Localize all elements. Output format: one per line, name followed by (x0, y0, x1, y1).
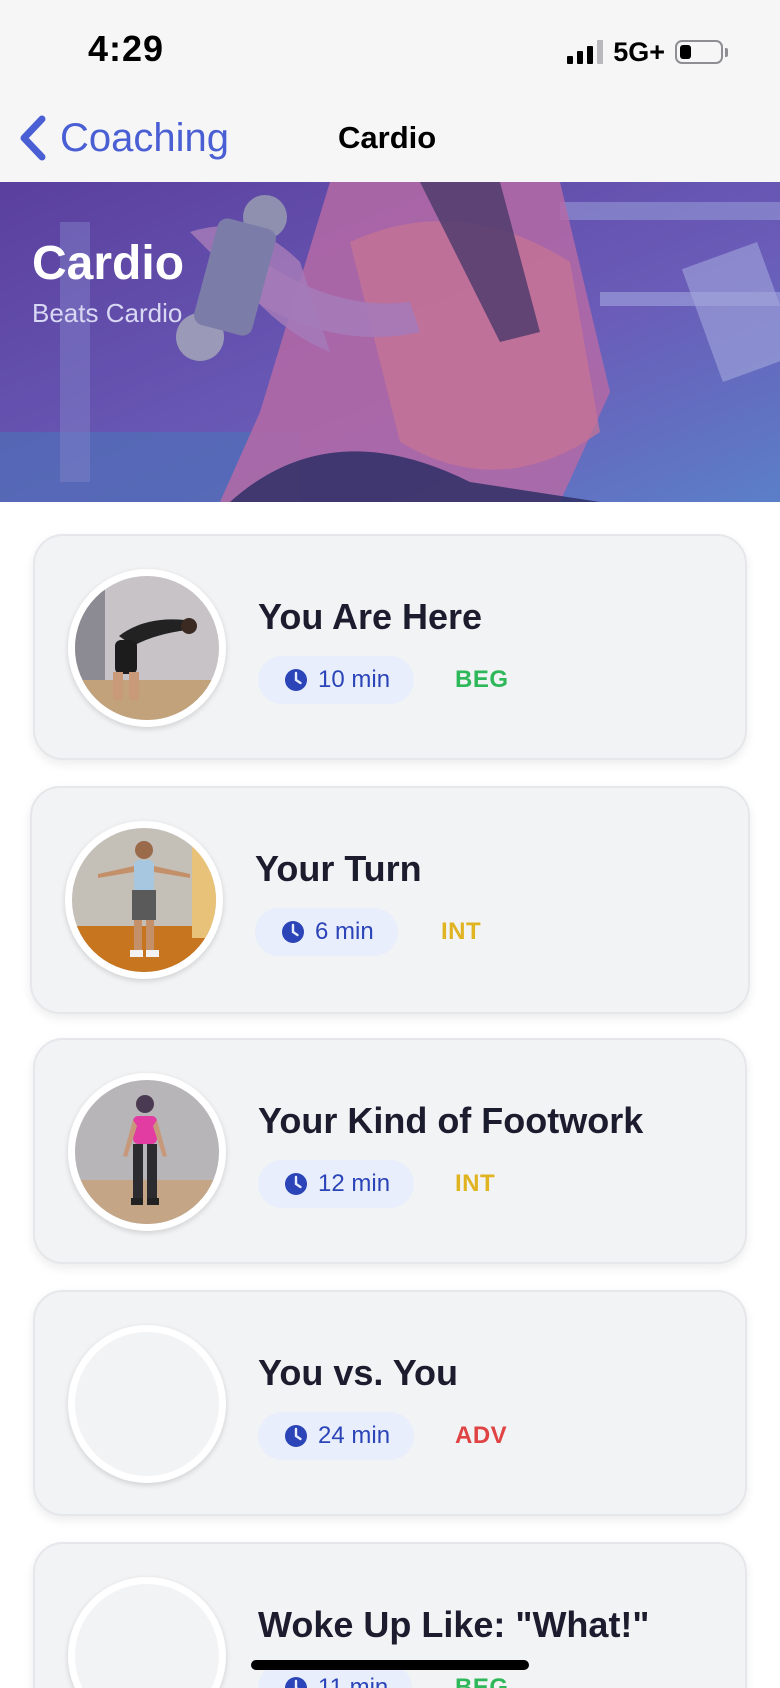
hero-image (0, 182, 780, 502)
status-time: 4:29 (88, 28, 165, 69)
workout-duration: 12 min (318, 1170, 391, 1197)
workout-level: ADV (455, 1422, 508, 1449)
back-label: Coaching (60, 115, 230, 160)
clock-icon (285, 1425, 307, 1447)
workout-title: You vs. You (258, 1352, 459, 1393)
workout-card[interactable]: Your Kind of Footwork 12 min INT (33, 1038, 747, 1264)
workout-title: Your Turn (255, 848, 422, 889)
back-button[interactable]: Coaching (18, 108, 229, 168)
workout-thumbnail (68, 1073, 226, 1231)
workout-duration: 6 min (315, 918, 374, 945)
duration-pill: 10 min (258, 656, 415, 704)
workout-card[interactable]: You vs. You 24 min ADV (33, 1290, 747, 1516)
workout-duration: 24 min (318, 1422, 391, 1449)
workout-duration: 11 min (318, 1674, 389, 1688)
cellular-signal-icon (567, 40, 604, 64)
page-title: Cardio (338, 120, 437, 155)
battery-level (680, 45, 691, 59)
cardio-screen: 4:29 5G+ Coaching Cardio Cardio Beats Ca… (0, 0, 780, 1688)
workout-level: BEG (455, 666, 509, 693)
duration-pill: 12 min (258, 1160, 415, 1208)
chevron-left-icon (20, 115, 46, 161)
home-indicator (251, 1660, 529, 1670)
workout-thumbnail (68, 1577, 226, 1688)
workout-thumbnail-image (75, 1080, 219, 1224)
workout-card[interactable]: You Are Here 10 min BEG (33, 534, 747, 760)
network-type: 5G+ (613, 36, 665, 67)
status-indicators: 5G+ (567, 34, 728, 70)
workout-thumbnail-image (75, 576, 219, 720)
workout-title: Your Kind of Footwork (258, 1100, 644, 1141)
workout-card[interactable]: Your Turn 6 min INT (30, 786, 750, 1014)
duration-pill: 6 min (255, 908, 398, 956)
workout-level: BEG (455, 1674, 509, 1688)
workout-thumbnail (68, 1325, 226, 1483)
workout-thumbnail (65, 821, 223, 979)
workout-title: You Are Here (258, 596, 483, 637)
duration-pill: 24 min (258, 1412, 415, 1460)
hero-banner: Cardio Beats Cardio (0, 182, 780, 502)
hero-subtitle: Beats Cardio (32, 298, 183, 328)
workout-title: Woke Up Like: "What!" (258, 1604, 650, 1645)
hero-title: Cardio (32, 237, 185, 290)
navigation-bar: Coaching Cardio (0, 100, 780, 182)
clock-icon (282, 921, 304, 943)
workout-level: INT (455, 1170, 496, 1197)
battery-cap (725, 47, 728, 57)
status-bar: 4:29 5G+ (0, 0, 780, 100)
workout-level: INT (441, 918, 482, 945)
clock-icon (285, 1173, 307, 1195)
workout-thumbnail-image (72, 828, 216, 972)
workout-thumbnail (68, 569, 226, 727)
clock-icon (285, 1677, 307, 1688)
workout-duration: 10 min (318, 666, 391, 693)
clock-icon (285, 669, 307, 691)
battery-icon (675, 40, 723, 64)
